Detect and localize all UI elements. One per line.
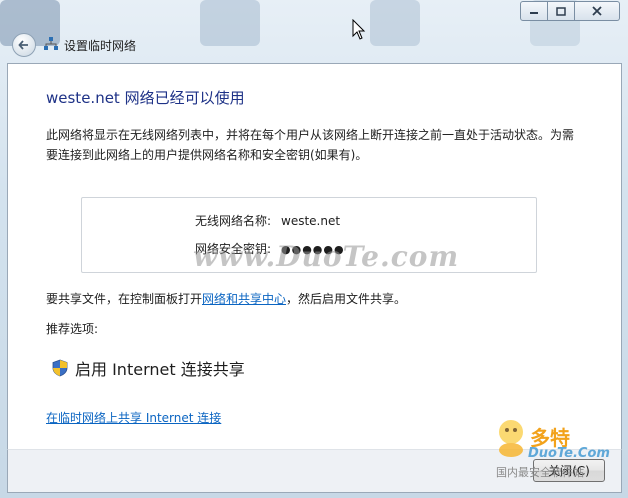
back-button[interactable] bbox=[12, 33, 36, 57]
page-heading: weste.net 网络已经可以使用 bbox=[46, 89, 245, 107]
wizard-header: 设置临时网络 bbox=[8, 30, 620, 62]
window-frame: 设置临时网络 weste.net 网络已经可以使用 此网络将显示在无线网络列表中… bbox=[0, 0, 628, 498]
recommended-label: 推荐选项: bbox=[46, 322, 99, 336]
enable-ics-label: 启用 Internet 连接共享 bbox=[75, 360, 245, 379]
minimize-button[interactable] bbox=[520, 1, 548, 21]
description-text: 此网络将显示在无线网络列表中，并将在每个用户从该网络上断开连接之前一直处于活动状… bbox=[46, 128, 575, 162]
wizard-title: 设置临时网络 bbox=[64, 39, 137, 53]
close-button[interactable]: 关闭(C) bbox=[533, 459, 605, 482]
share-prefix: 要共享文件，在控制面板打开 bbox=[46, 292, 203, 306]
close-window-button[interactable] bbox=[575, 1, 620, 21]
watermark: www.DuoTe.com bbox=[193, 240, 460, 273]
share-internet-connection-link[interactable]: 在临时网络上共享 Internet 连接 bbox=[46, 409, 221, 426]
uac-shield-icon bbox=[52, 359, 68, 377]
network-name-label: 无线网络名称: bbox=[195, 214, 272, 228]
maximize-icon bbox=[556, 6, 566, 16]
back-arrow-icon bbox=[18, 40, 28, 50]
wizard-footer: 关闭(C) bbox=[7, 449, 622, 493]
maximize-button[interactable] bbox=[548, 1, 575, 21]
network-icon bbox=[44, 37, 58, 50]
network-sharing-center-link[interactable]: 网络和共享中心 bbox=[202, 292, 286, 306]
share-suffix: ，然后启用文件共享。 bbox=[286, 292, 407, 306]
network-name-row: 无线网络名称: weste.net bbox=[195, 212, 340, 229]
wizard-content: weste.net 网络已经可以使用 此网络将显示在无线网络列表中，并将在每个用… bbox=[7, 63, 622, 451]
minimize-icon bbox=[530, 12, 538, 14]
enable-ics-command[interactable]: 启用 Internet 连接共享 bbox=[52, 356, 245, 380]
network-name-value: weste.net bbox=[281, 214, 341, 228]
close-icon bbox=[592, 6, 602, 16]
window-controls bbox=[520, 1, 620, 21]
share-instruction: 要共享文件，在控制面板打开网络和共享中心，然后启用文件共享。 bbox=[46, 290, 406, 307]
